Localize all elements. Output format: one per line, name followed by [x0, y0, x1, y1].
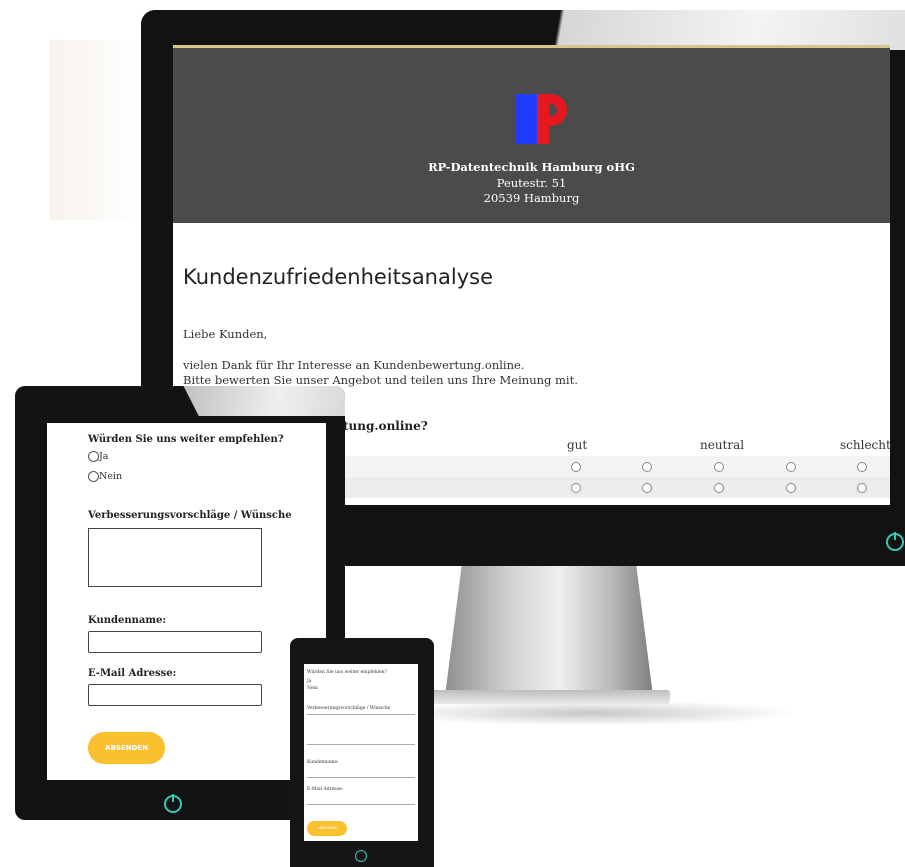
recommend-question: Würden Sie uns weiter empfehlen? [88, 434, 284, 445]
monitor-power-icon[interactable] [886, 532, 904, 551]
suggestions-label: Verbesserungsvorschläge / Wünsche [88, 510, 292, 521]
email-label: E-Mail Adresse: [88, 668, 177, 679]
phone-suggestions-field[interactable] [307, 714, 415, 715]
rating-radio[interactable] [642, 483, 652, 493]
rating-radio[interactable] [571, 462, 581, 472]
suggestions-textarea[interactable] [88, 528, 262, 587]
rating-radio[interactable] [786, 483, 796, 493]
intro-text-1: vielen Dank für Ihr Interesse an Kundenb… [183, 358, 525, 372]
rating-radio[interactable] [714, 462, 724, 472]
greeting-text: Liebe Kunden, [183, 327, 268, 341]
company-city: 20539 Hamburg [483, 191, 580, 205]
phone-suggestions-field-bottom [307, 744, 415, 745]
scale-neutral-label: neutral [700, 438, 745, 452]
rp-logo-icon [515, 94, 567, 144]
company-header: RP-Datentechnik Hamburg oHG Peutestr. 51… [173, 48, 890, 223]
rating-radio[interactable] [714, 483, 724, 493]
radio-yes[interactable] [88, 451, 99, 462]
phone-customer-name-input[interactable] [307, 777, 415, 778]
phone-recommend-question: Würden Sie uns weiter empfehlen? [307, 670, 387, 675]
phone-email-label: E-Mail Adresse: [307, 787, 344, 792]
radio-no[interactable] [88, 471, 99, 482]
submit-button[interactable]: ABSENDEN [88, 732, 165, 764]
email-input[interactable] [88, 684, 262, 706]
rating-radio[interactable] [642, 462, 652, 472]
phone-submit-button[interactable]: ABSENDEN [307, 821, 347, 836]
rating-radio[interactable] [786, 462, 796, 472]
option-no-label: Nein [99, 471, 123, 482]
monitor-base [420, 690, 670, 704]
phone-suggestions-label: Verbesserungsvorschläge / Wünsche [307, 706, 391, 711]
scale-good-label: gut [567, 438, 588, 452]
customer-name-label: Kundenname: [88, 615, 167, 626]
company-name: RP-Datentechnik Hamburg oHG [428, 160, 635, 174]
tablet-power-icon[interactable] [164, 794, 182, 813]
background-decoration [50, 40, 140, 220]
tablet-screen: Würden Sie uns weiter empfehlen? Ja Nein… [47, 423, 326, 780]
monitor-glare [530, 10, 905, 50]
rating-question: tung.online? [343, 419, 428, 433]
scale-bad-label: schlecht [840, 438, 890, 452]
phone-customer-name-label: Kundenname: [307, 760, 339, 765]
company-street: Peutestr. 51 [496, 176, 567, 190]
phone-option-yes[interactable]: Ja [307, 679, 312, 684]
phone-screen: Würden Sie uns weiter empfehlen? Ja Nein… [304, 664, 418, 841]
phone-email-input[interactable] [307, 804, 415, 805]
phone-option-no[interactable]: Nein [307, 686, 318, 691]
intro-text-2: Bitte bewerten Sie unser Angebot und tei… [183, 373, 578, 387]
rating-radio[interactable] [857, 462, 867, 472]
monitor-stand [445, 566, 653, 696]
page-title: Kundenzufriedenheitsanalyse [183, 265, 493, 289]
phone-power-icon[interactable] [355, 850, 367, 862]
rating-radio[interactable] [857, 483, 867, 493]
tablet-glare [183, 386, 345, 416]
customer-name-input[interactable] [88, 631, 262, 653]
rating-radio[interactable] [571, 483, 581, 493]
option-yes-label: Ja [99, 451, 109, 462]
